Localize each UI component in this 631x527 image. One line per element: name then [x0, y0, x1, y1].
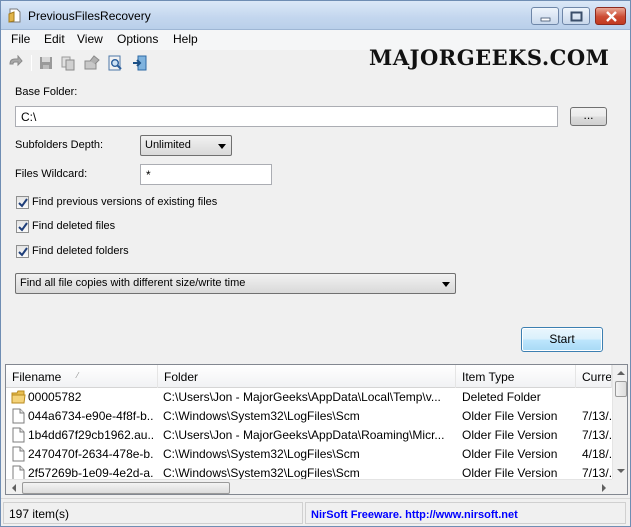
file-icon [12, 408, 25, 424]
checkbox[interactable] [16, 220, 29, 233]
table-row[interactable]: 00005782 C:\Users\Jon - MajorGeeks\AppDa… [6, 388, 612, 407]
files-wildcard-label: Files Wildcard: [15, 168, 88, 180]
cell-item-type: Older File Version [462, 409, 558, 423]
cell-folder: C:\Windows\System32\LogFiles\Scm [163, 466, 360, 480]
cell-item-type: Older File Version [462, 447, 558, 461]
horizontal-scroll-thumb[interactable] [22, 482, 230, 494]
start-button[interactable]: Start [521, 327, 603, 352]
subfolders-depth-select[interactable]: Unlimited [140, 135, 232, 156]
close-icon [606, 11, 617, 22]
checkbox[interactable] [16, 245, 29, 258]
cell-folder: C:\Users\Jon - MajorGeeks\AppData\Local\… [163, 390, 441, 404]
column-label: Curre [582, 370, 612, 384]
maximize-button[interactable] [562, 7, 590, 25]
exit-icon[interactable] [132, 55, 148, 71]
scroll-corner [612, 479, 627, 494]
window-title: PreviousFilesRecovery [28, 9, 151, 23]
cell-filename: 2f57269b-1e09-4e2d-a... [28, 466, 154, 480]
subfolders-depth-label: Subfolders Depth: [15, 139, 104, 151]
cell-filename: 1b4dd67f29cb1962.au... [28, 428, 154, 442]
vertical-scrollbar[interactable] [612, 365, 628, 479]
results-list[interactable]: Filename ⁄ Folder Item Type Curre 000057… [5, 364, 628, 495]
status-bar: 197 item(s) NirSoft Freeware. http://www… [1, 498, 630, 526]
scroll-down-icon[interactable] [613, 463, 628, 479]
menu-options[interactable]: Options [117, 32, 158, 46]
maximize-icon [570, 11, 583, 22]
base-folder-label: Base Folder: [15, 86, 78, 98]
minimize-icon [540, 17, 551, 22]
column-folder[interactable]: Folder [158, 365, 456, 388]
checkbox-label: Find deleted files [32, 220, 116, 232]
column-filename[interactable]: Filename [6, 365, 158, 388]
column-label: Item Type [462, 370, 515, 384]
table-row[interactable]: 1b4dd67f29cb1962.au... C:\Users\Jon - Ma… [6, 426, 612, 445]
column-label: Filename [12, 370, 62, 384]
close-button[interactable] [595, 7, 626, 25]
scroll-up-icon[interactable] [613, 365, 628, 381]
list-rows: 00005782 C:\Users\Jon - MajorGeeks\AppDa… [6, 388, 612, 480]
menu-file[interactable]: File [11, 32, 30, 46]
cell-item-type: Older File Version [462, 466, 558, 480]
sort-arrow-icon: ⁄ [77, 371, 79, 380]
export-icon[interactable] [84, 55, 100, 71]
table-row[interactable]: 2470470f-2634-478e-b... C:\Windows\Syste… [6, 445, 612, 464]
nirsoft-link-pane: NirSoft Freeware. http://www.nirsoft.net [305, 502, 626, 524]
checkmark-icon [18, 247, 28, 257]
chevron-down-icon [442, 282, 450, 287]
column-item-type[interactable]: Item Type [456, 365, 576, 388]
app-icon [8, 8, 21, 23]
folder-icon [11, 390, 26, 404]
scroll-left-icon[interactable] [6, 480, 22, 495]
item-count: 197 item(s) [3, 502, 303, 524]
table-row[interactable]: 2f57269b-1e09-4e2d-a... C:\Windows\Syste… [6, 464, 612, 480]
cell-folder: C:\Users\Jon - MajorGeeks\AppData\Roamin… [163, 428, 445, 442]
refresh-icon[interactable] [7, 55, 23, 71]
app-window: PreviousFilesRecovery File Edit View Opt… [0, 0, 631, 527]
cell-current: 7/13/... [582, 409, 612, 423]
file-icon [12, 465, 25, 480]
menu-view[interactable]: View [77, 32, 103, 46]
checkbox[interactable] [16, 196, 29, 209]
chevron-down-icon [218, 144, 226, 149]
search-mode-value: Find all file copies with different size… [20, 277, 246, 289]
base-folder-input[interactable]: C:\ [15, 106, 558, 127]
file-icon [12, 427, 25, 443]
column-label: Folder [164, 370, 199, 384]
copy-icon[interactable] [60, 55, 76, 71]
subfolders-depth-value: Unlimited [145, 139, 191, 151]
table-row[interactable]: 044a6734-e90e-4f8f-b... C:\Windows\Syste… [6, 407, 612, 426]
toolbar-separator [31, 55, 32, 71]
save-icon[interactable] [38, 55, 54, 71]
cell-current: 7/13/... [582, 466, 612, 480]
cell-folder: C:\Windows\System32\LogFiles\Scm [163, 447, 360, 461]
cell-filename: 00005782 [28, 390, 82, 404]
list-header: Filename ⁄ Folder Item Type Curre [6, 365, 612, 388]
title-bar[interactable]: PreviousFilesRecovery [1, 1, 630, 30]
browse-button[interactable]: ... [570, 107, 607, 126]
checkmark-icon [18, 198, 28, 208]
search-mode-select[interactable]: Find all file copies with different size… [15, 273, 456, 294]
cell-item-type: Older File Version [462, 428, 558, 442]
cell-current: 4/18/... [582, 447, 612, 461]
majorgeeks-watermark: MAJORGEEKS.COM [369, 45, 610, 70]
horizontal-scrollbar[interactable] [6, 479, 612, 495]
file-icon [12, 446, 25, 462]
cell-item-type: Deleted Folder [462, 390, 541, 404]
checkbox-label: Find deleted folders [32, 245, 129, 257]
menu-edit[interactable]: Edit [44, 32, 65, 46]
find-icon[interactable] [107, 55, 123, 71]
cell-filename: 2470470f-2634-478e-b... [28, 447, 154, 461]
checkmark-icon [18, 222, 28, 232]
column-current[interactable]: Curre [576, 365, 612, 388]
cell-filename: 044a6734-e90e-4f8f-b... [28, 409, 154, 423]
cell-current: 7/13/... [582, 428, 612, 442]
files-wildcard-input[interactable]: * [140, 164, 272, 185]
cell-folder: C:\Windows\System32\LogFiles\Scm [163, 409, 360, 423]
nirsoft-link[interactable]: NirSoft Freeware. http://www.nirsoft.net [311, 509, 518, 521]
scroll-right-icon[interactable] [596, 480, 612, 495]
vertical-scroll-thumb[interactable] [615, 381, 627, 397]
checkbox-label: Find previous versions of existing files [32, 196, 218, 208]
menu-help[interactable]: Help [173, 32, 198, 46]
minimize-button[interactable] [531, 7, 559, 25]
